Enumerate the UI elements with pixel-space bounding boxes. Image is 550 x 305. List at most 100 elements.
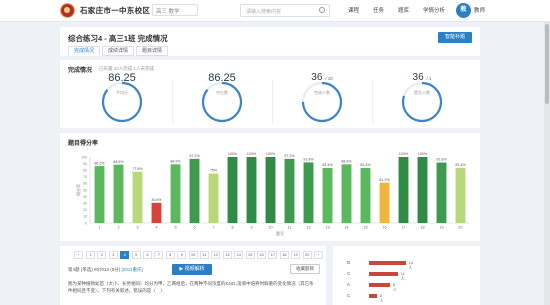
- answer-bar: [369, 261, 406, 265]
- y-tick-label: 90: [83, 162, 87, 166]
- search-icon[interactable]: [319, 7, 325, 13]
- page-number[interactable]: 15: [245, 251, 255, 259]
- page-number[interactable]: 4: [120, 251, 130, 259]
- school-name: 石家庄市一中东校区: [80, 6, 151, 15]
- nav-task[interactable]: 任务: [373, 6, 384, 14]
- video-analysis-button[interactable]: ▶ 视频解析: [172, 264, 212, 275]
- bar: [455, 167, 466, 223]
- bar: [246, 157, 257, 223]
- completed-value: 36 / 10: [300, 72, 344, 83]
- scrollbar-thumb[interactable]: [545, 24, 549, 104]
- subject-select[interactable]: 高三 数学: [152, 4, 198, 16]
- average-caption: 平均分: [116, 90, 128, 95]
- pager-next-icon[interactable]: ›: [314, 251, 323, 259]
- answer-option-label: C: [347, 293, 351, 298]
- answer-bar: [369, 272, 398, 276]
- x-tick-label: 14: [344, 226, 348, 230]
- y-tick-label: 10: [83, 215, 87, 219]
- bar-value-label: 75%: [210, 169, 218, 173]
- bar-value-label: 30.6%: [151, 198, 162, 202]
- x-tick-label: 8: [231, 226, 233, 230]
- answer-option-label: A: [347, 282, 351, 287]
- completed-number: 36: [311, 72, 323, 83]
- page-number[interactable]: 13: [222, 251, 232, 259]
- page-number[interactable]: 2: [97, 251, 107, 259]
- x-tick-label: 7: [212, 226, 214, 230]
- bar-value-label: 83.4%: [322, 163, 333, 167]
- submitted-unit: / 1: [426, 76, 432, 81]
- nav-course[interactable]: 课程: [348, 6, 359, 14]
- bar: [379, 182, 390, 223]
- page-number[interactable]: 20: [302, 251, 312, 259]
- nav-analysis[interactable]: 学情分析: [423, 6, 445, 14]
- answer-count: 3人: [379, 293, 384, 303]
- bar-value-label: 100%: [247, 152, 257, 156]
- page-number[interactable]: 8: [165, 251, 175, 259]
- bar: [94, 166, 105, 223]
- y-tick-label: 80: [83, 169, 87, 173]
- school-logo-icon: [60, 3, 75, 18]
- answer-count: 8人: [393, 282, 397, 292]
- x-tick-label: 10: [268, 226, 272, 230]
- bar-value-label: 100%: [418, 152, 428, 156]
- page-number[interactable]: 6: [143, 251, 152, 259]
- page-number[interactable]: 3: [108, 251, 118, 259]
- divider: [172, 80, 173, 124]
- bar-value-label: 88.9%: [341, 160, 352, 164]
- divider: [372, 80, 373, 124]
- username[interactable]: 教师: [474, 6, 485, 14]
- question-source[interactable]: [2011重庆]: [122, 267, 143, 272]
- bar-value-label: 100%: [399, 152, 409, 156]
- search-input[interactable]: 请输入搜索内容: [240, 4, 330, 17]
- answer-count: 11人: [400, 271, 405, 281]
- page-number[interactable]: 14: [234, 251, 244, 259]
- bar-value-label: 91.6%: [436, 158, 447, 162]
- bar: [208, 173, 219, 223]
- page-number[interactable]: 11: [200, 251, 209, 259]
- bar: [113, 164, 124, 223]
- bar: [132, 171, 143, 223]
- bar: [284, 158, 295, 223]
- page-number[interactable]: 7: [154, 251, 164, 259]
- answer-option-label: D: [347, 260, 351, 265]
- answer-distribution-card: D 14人 C 11人 A 8人 C 3人: [333, 246, 480, 305]
- page-number[interactable]: 18: [279, 251, 289, 259]
- x-tick-label: 4: [155, 226, 157, 230]
- tab-question-detail[interactable]: 题目详情: [136, 46, 168, 56]
- scrollbar[interactable]: [544, 22, 550, 305]
- page-number[interactable]: 5: [131, 251, 141, 259]
- y-tick-label: 50: [83, 188, 87, 192]
- top-nav: 石家庄市一中东校区 高三 数学 请输入搜索内容 课程 任务 题库 学情分析 教 …: [0, 0, 550, 22]
- tab-score-detail[interactable]: 成绩详情: [102, 46, 134, 56]
- page-number[interactable]: 9: [177, 251, 187, 259]
- page-number[interactable]: 12: [211, 251, 221, 259]
- bar: [360, 167, 371, 223]
- page-number[interactable]: 16: [257, 251, 266, 259]
- collect-question-button[interactable]: 收藏题目: [290, 264, 320, 274]
- completion-overview: 完成情况 已布置 22人完成 1人未完成 86.25 平均分 86.25 中位数…: [60, 60, 480, 128]
- bar-value-label: 83.4%: [360, 163, 371, 167]
- submitted-number: 36: [412, 72, 424, 83]
- bar-value-label: 91.8%: [303, 158, 314, 162]
- bar: [170, 164, 181, 223]
- submitted-value: 36 / 1: [400, 72, 444, 83]
- avatar[interactable]: 教: [456, 3, 471, 18]
- page-number[interactable]: 1: [86, 251, 95, 259]
- page-number[interactable]: 10: [188, 251, 198, 259]
- page-number[interactable]: 17: [268, 251, 278, 259]
- score-rate-chart: 0 10 20 30 40 50 60 70 80 90 100 得分率 86.2% 1 88.5% 2 77.…: [75, 152, 470, 236]
- bar-value-label: 61.2%: [379, 178, 390, 182]
- answer-bar: [369, 283, 390, 287]
- x-tick-label: 15: [363, 226, 367, 230]
- pager-prev-icon[interactable]: ‹: [74, 251, 83, 259]
- bar: [303, 162, 314, 223]
- x-tick-label: 17: [401, 226, 405, 230]
- bar-value-label: 88.9%: [170, 160, 181, 164]
- tab-completion[interactable]: 完成情况: [68, 46, 100, 56]
- y-tick-label: 0: [85, 221, 87, 225]
- page-number[interactable]: 19: [291, 251, 301, 259]
- smart-supplement-button[interactable]: 智能补题: [438, 32, 472, 43]
- median-caption: 中位数: [216, 90, 228, 95]
- bar-value-label: 88.5%: [113, 160, 124, 164]
- nav-question-bank[interactable]: 题库: [398, 6, 409, 14]
